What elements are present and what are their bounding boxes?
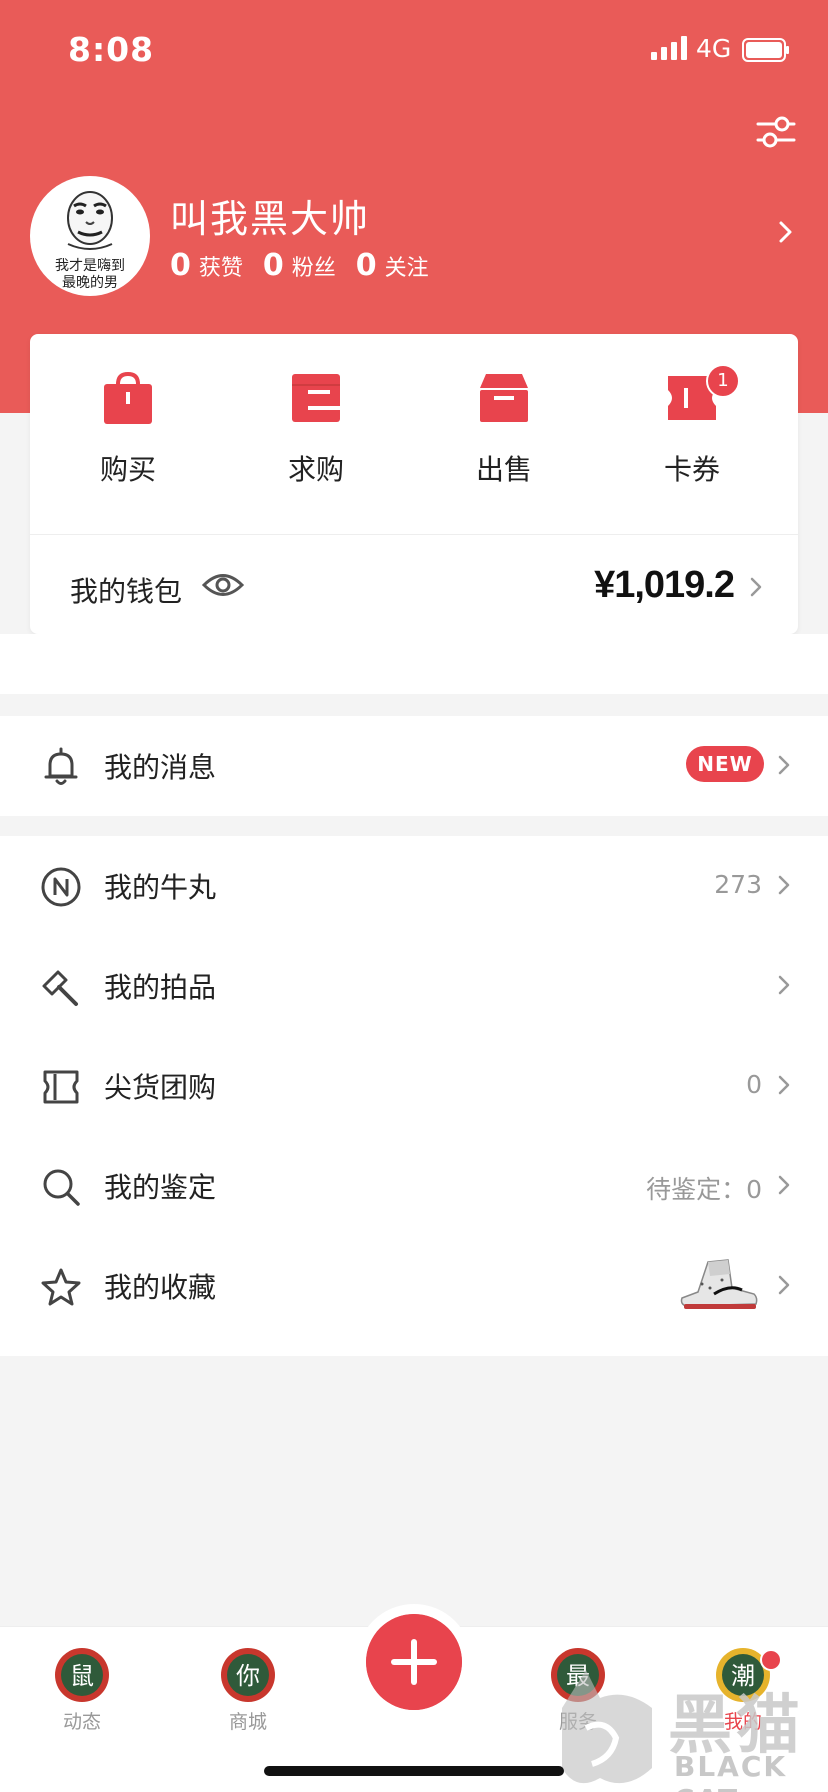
status-time: 8:08	[68, 30, 155, 69]
status-bar: 8:08 4G	[0, 0, 828, 100]
ticket-outline-icon	[43, 1070, 79, 1104]
shopping-bag-icon	[104, 371, 152, 424]
card-bottom-spacer	[0, 634, 828, 694]
menu-row-group-buy-value: 0	[746, 1070, 762, 1099]
chevron-right-icon	[778, 975, 790, 995]
stat-likes[interactable]: 0 获赞	[170, 248, 243, 283]
menu-row-authentication[interactable]: 我的鉴定 待鉴定：0	[0, 1136, 828, 1236]
profile-chevron-right-icon[interactable]	[776, 220, 796, 244]
new-badge: NEW	[686, 746, 764, 782]
avatar[interactable]: 我才是嗨到 最晚的男	[30, 176, 150, 296]
stat-following-count: 0	[355, 248, 377, 283]
quick-action-sell-label: 出售	[475, 453, 532, 486]
auction-hammer-icon	[42, 970, 78, 1006]
menu-row-messages[interactable]: 我的消息 NEW	[0, 716, 828, 816]
tab-mall-label: 商城	[228, 1711, 267, 1733]
menu-row-favorites-label: 我的收藏	[104, 1271, 217, 1304]
orders-wallet-card: 购买 求购 出售 卡券 1 我的钱包 ¥1,019.2	[30, 334, 798, 634]
publish-plus-button[interactable]	[366, 1614, 462, 1710]
mall-tab-icon: 你	[221, 1648, 275, 1702]
chevron-right-icon	[778, 875, 790, 895]
quick-action-coupons-label: 卡券	[663, 453, 720, 486]
menu-row-auctions[interactable]: 我的拍品	[0, 936, 828, 1036]
tab-feed-label: 动态	[62, 1711, 101, 1733]
cat-logo-icon	[562, 1670, 652, 1784]
messages-section: 我的消息 NEW	[0, 716, 828, 816]
menu-row-group-buy[interactable]: 尖货团购 0	[0, 1036, 828, 1136]
card-divider	[30, 534, 798, 535]
feed-tab-icon: 鼠	[55, 1648, 109, 1702]
watermark-en-text: BLACK CAT	[674, 1750, 788, 1792]
menu-row-messages-label: 我的消息	[104, 751, 217, 784]
menu-row-authentication-value: 待鉴定：0	[646, 1175, 762, 1204]
avatar-caption: 我才是嗨到 最晚的男	[30, 258, 150, 292]
battery-icon	[742, 38, 789, 62]
wallet-balance: ¥1,019.2	[594, 564, 735, 606]
chevron-right-icon	[778, 1175, 790, 1195]
menu-section: 我的牛丸 273 我的拍品 尖货团购 0 我的鉴定 待鉴定：0 我的收藏	[0, 836, 828, 1356]
signal-icon	[651, 36, 687, 60]
wallet-icon	[292, 374, 340, 422]
quick-action-request-label: 求购	[287, 453, 344, 486]
menu-row-authentication-label: 我的鉴定	[104, 1171, 217, 1204]
username[interactable]: 叫我黑大帅	[170, 188, 370, 243]
stat-fans-label: 粉丝	[291, 256, 336, 281]
chevron-right-icon	[778, 1075, 790, 1095]
chevron-right-icon	[778, 755, 790, 775]
menu-row-auctions-label: 我的拍品	[104, 971, 217, 1004]
black-cat-watermark: 黑猫 BLACK CAT	[556, 1668, 828, 1792]
quick-actions: 购买 求购 出售 卡券 1	[30, 334, 798, 534]
menu-row-favorites[interactable]: 我的收藏	[0, 1236, 828, 1336]
stat-following-label: 关注	[384, 256, 429, 281]
stat-fans-count: 0	[262, 248, 284, 283]
menu-row-n-coins-label: 我的牛丸	[104, 871, 217, 904]
chevron-right-icon	[778, 1275, 790, 1295]
bell-icon	[44, 747, 78, 785]
avatar-caption-line1: 我才是嗨到	[55, 258, 125, 274]
network-type: 4G	[696, 34, 732, 63]
wallet-label[interactable]: 我的钱包	[70, 570, 182, 610]
feed-tab-glyph: 鼠	[70, 1662, 94, 1690]
tab-mall[interactable]: 你 商城	[193, 1637, 303, 1747]
stat-following[interactable]: 0 关注	[356, 248, 429, 283]
stat-fans[interactable]: 0 粉丝	[263, 248, 336, 283]
star-icon	[41, 1268, 81, 1306]
quick-action-buy-label: 购买	[99, 453, 156, 486]
wallet-chevron-right-icon[interactable]	[748, 576, 764, 598]
box-icon	[480, 374, 528, 422]
quick-action-sell[interactable]: 出售	[444, 370, 564, 490]
profile-stats: 0 获赞 0 粉丝 0 关注	[170, 248, 449, 283]
search-icon	[43, 1169, 80, 1206]
quick-action-request[interactable]: 求购	[256, 370, 376, 490]
stat-likes-count: 0	[170, 248, 191, 283]
mall-tab-glyph: 你	[236, 1662, 260, 1690]
eye-icon[interactable]	[202, 570, 244, 600]
menu-row-n-coins[interactable]: 我的牛丸 273	[0, 836, 828, 936]
coupon-count-badge: 1	[706, 364, 740, 398]
sneaker-thumbnail	[680, 1259, 758, 1309]
menu-row-n-coins-value: 273	[714, 870, 762, 899]
menu-row-group-buy-label: 尖货团购	[104, 1071, 217, 1104]
quick-action-buy[interactable]: 购买	[68, 370, 188, 490]
tab-feed[interactable]: 鼠 动态	[27, 1637, 137, 1747]
home-indicator	[264, 1766, 564, 1776]
stat-likes-label: 获赞	[198, 256, 243, 281]
n-coin-icon	[41, 867, 81, 907]
avatar-caption-line2: 最晚的男	[62, 275, 118, 291]
settings-sliders-icon[interactable]	[756, 112, 796, 152]
